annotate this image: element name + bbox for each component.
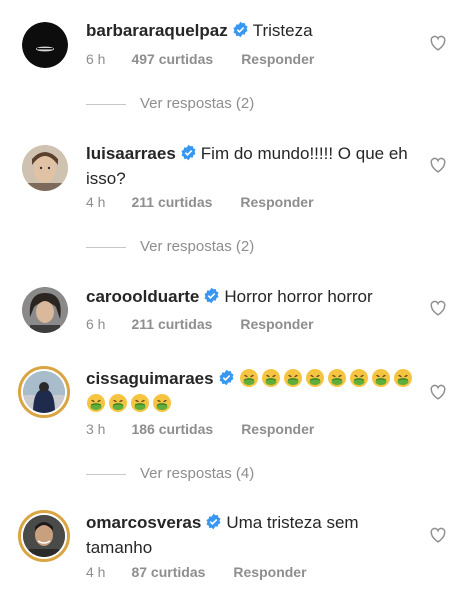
view-replies-button[interactable]: Ver respostas (4) xyxy=(86,465,254,482)
timestamp: 3 h xyxy=(86,421,106,437)
nauseated-face-emoji xyxy=(305,369,324,387)
likes-count[interactable]: 497 curtidas xyxy=(131,51,213,67)
timestamp: 4 h xyxy=(86,564,106,580)
nauseated-face-emoji xyxy=(393,369,412,387)
reply-button[interactable]: Responder xyxy=(241,421,314,437)
view-replies-button[interactable]: Ver respostas (2) xyxy=(86,238,254,255)
reply-button[interactable]: Responder xyxy=(240,194,313,210)
nauseated-face-emoji xyxy=(349,369,368,387)
timestamp: 6 h xyxy=(86,316,106,332)
nauseated-face-emoji xyxy=(87,394,105,412)
heart-icon[interactable] xyxy=(429,35,447,51)
username[interactable]: omarcosveras xyxy=(86,513,201,532)
comment-text: Tristeza xyxy=(252,21,313,40)
divider xyxy=(86,246,126,248)
timestamp: 6 h xyxy=(86,51,106,67)
reply-button[interactable]: Responder xyxy=(241,51,314,67)
comment-text: Horror horror horror xyxy=(224,287,373,306)
verified-badge-icon xyxy=(204,287,219,304)
heart-icon[interactable] xyxy=(429,527,447,543)
nauseated-face-emoji xyxy=(261,369,280,387)
nauseated-face-emoji xyxy=(283,369,302,387)
reply-button[interactable]: Responder xyxy=(233,564,306,580)
timestamp: 4 h xyxy=(86,194,106,210)
verified-badge-icon xyxy=(233,21,248,38)
nauseated-face-emoji xyxy=(131,394,149,412)
nauseated-face-emoji xyxy=(371,369,390,387)
avatar[interactable] xyxy=(18,366,70,418)
heart-icon[interactable] xyxy=(429,300,447,316)
verified-badge-icon xyxy=(181,144,196,161)
divider xyxy=(86,473,126,475)
likes-count[interactable]: 186 curtidas xyxy=(131,421,213,437)
divider xyxy=(86,103,126,105)
nauseated-face-emoji xyxy=(239,369,258,387)
heart-icon[interactable] xyxy=(429,384,447,400)
likes-count[interactable]: 211 curtidas xyxy=(131,316,212,332)
verified-badge-icon xyxy=(206,513,221,530)
username[interactable]: cissaguimaraes xyxy=(86,369,214,388)
verified-badge-icon xyxy=(219,369,234,386)
nauseated-face-emoji xyxy=(327,369,346,387)
username[interactable]: luisaarraes xyxy=(86,144,176,163)
avatar[interactable] xyxy=(22,145,68,191)
username[interactable]: barbararaquelpaz xyxy=(86,21,228,40)
view-replies-button[interactable]: Ver respostas (2) xyxy=(86,95,254,112)
likes-count[interactable]: 211 curtidas xyxy=(131,194,212,210)
nauseated-face-emoji xyxy=(109,394,127,412)
avatar[interactable] xyxy=(22,287,68,333)
reply-button[interactable]: Responder xyxy=(240,316,313,332)
avatar[interactable] xyxy=(22,22,68,68)
avatar[interactable] xyxy=(18,510,70,562)
heart-icon[interactable] xyxy=(429,157,447,173)
username[interactable]: carooolduarte xyxy=(86,287,199,306)
nauseated-face-emoji xyxy=(153,394,171,412)
likes-count[interactable]: 87 curtidas xyxy=(131,564,205,580)
